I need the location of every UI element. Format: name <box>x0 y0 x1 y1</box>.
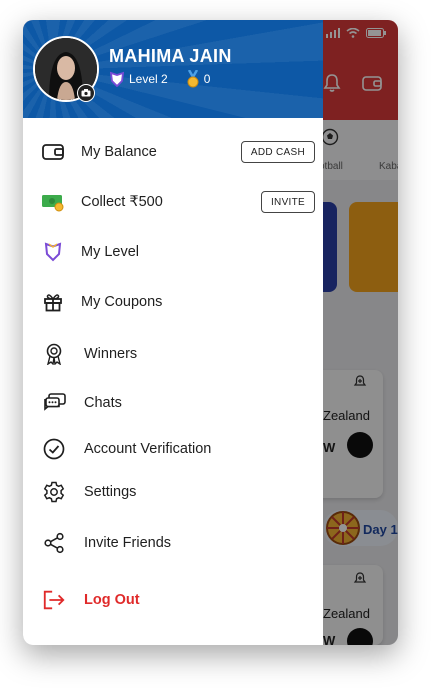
medal-icon <box>187 70 199 88</box>
cash-reward-icon <box>41 190 65 214</box>
navigation-drawer: MAHIMA JAIN Level 2 0 My Balance ADD CAS… <box>23 20 323 645</box>
menu-label: Invite Friends <box>84 535 172 551</box>
logout-icon <box>42 588 66 612</box>
menu-label: My Level <box>81 244 140 260</box>
medal-count: 0 <box>203 72 211 86</box>
level-shield-icon <box>41 240 65 264</box>
gift-icon <box>41 290 65 314</box>
user-name: MAHIMA JAIN <box>109 46 232 66</box>
menu-my-balance[interactable]: My Balance ADD CASH <box>23 132 323 172</box>
menu-my-coupons[interactable]: My Coupons <box>23 282 323 322</box>
wallet-icon <box>41 140 65 164</box>
menu-label: My Balance <box>81 144 157 160</box>
share-icon <box>42 531 66 555</box>
menu-log-out[interactable]: Log Out <box>23 580 323 620</box>
menu-settings[interactable]: Settings <box>23 472 323 512</box>
menu-label: Winners <box>84 346 138 362</box>
camera-icon[interactable] <box>77 84 95 102</box>
menu-winners[interactable]: Winners <box>23 334 323 374</box>
menu-account-verification[interactable]: Account Verification <box>23 429 323 469</box>
menu-label: Log Out <box>84 592 140 608</box>
menu-invite-friends[interactable]: Invite Friends <box>23 523 323 563</box>
menu-collect-reward[interactable]: Collect ₹500 INVITE <box>23 182 323 222</box>
phone-screen: otball Kaba Zealand W Day 1 Zealand W MA… <box>23 20 398 645</box>
menu-label: Settings <box>84 484 137 500</box>
award-icon <box>42 342 66 366</box>
menu-label: Account Verification <box>84 441 212 457</box>
check-circle-icon <box>42 437 66 461</box>
invite-button[interactable]: INVITE <box>260 191 315 213</box>
level-shield-icon <box>109 71 125 87</box>
menu-label: My Coupons <box>81 294 163 310</box>
menu-my-level[interactable]: My Level <box>23 232 323 272</box>
menu-label: Chats <box>84 395 122 411</box>
menu-label: Collect ₹500 <box>81 194 163 210</box>
chat-icon <box>43 391 67 415</box>
add-cash-button[interactable]: ADD CASH <box>240 141 315 163</box>
menu-chats[interactable]: Chats <box>23 383 323 423</box>
level-label: Level 2 <box>129 72 168 86</box>
level-info: Level 2 0 <box>109 70 210 88</box>
gear-icon <box>42 480 66 504</box>
